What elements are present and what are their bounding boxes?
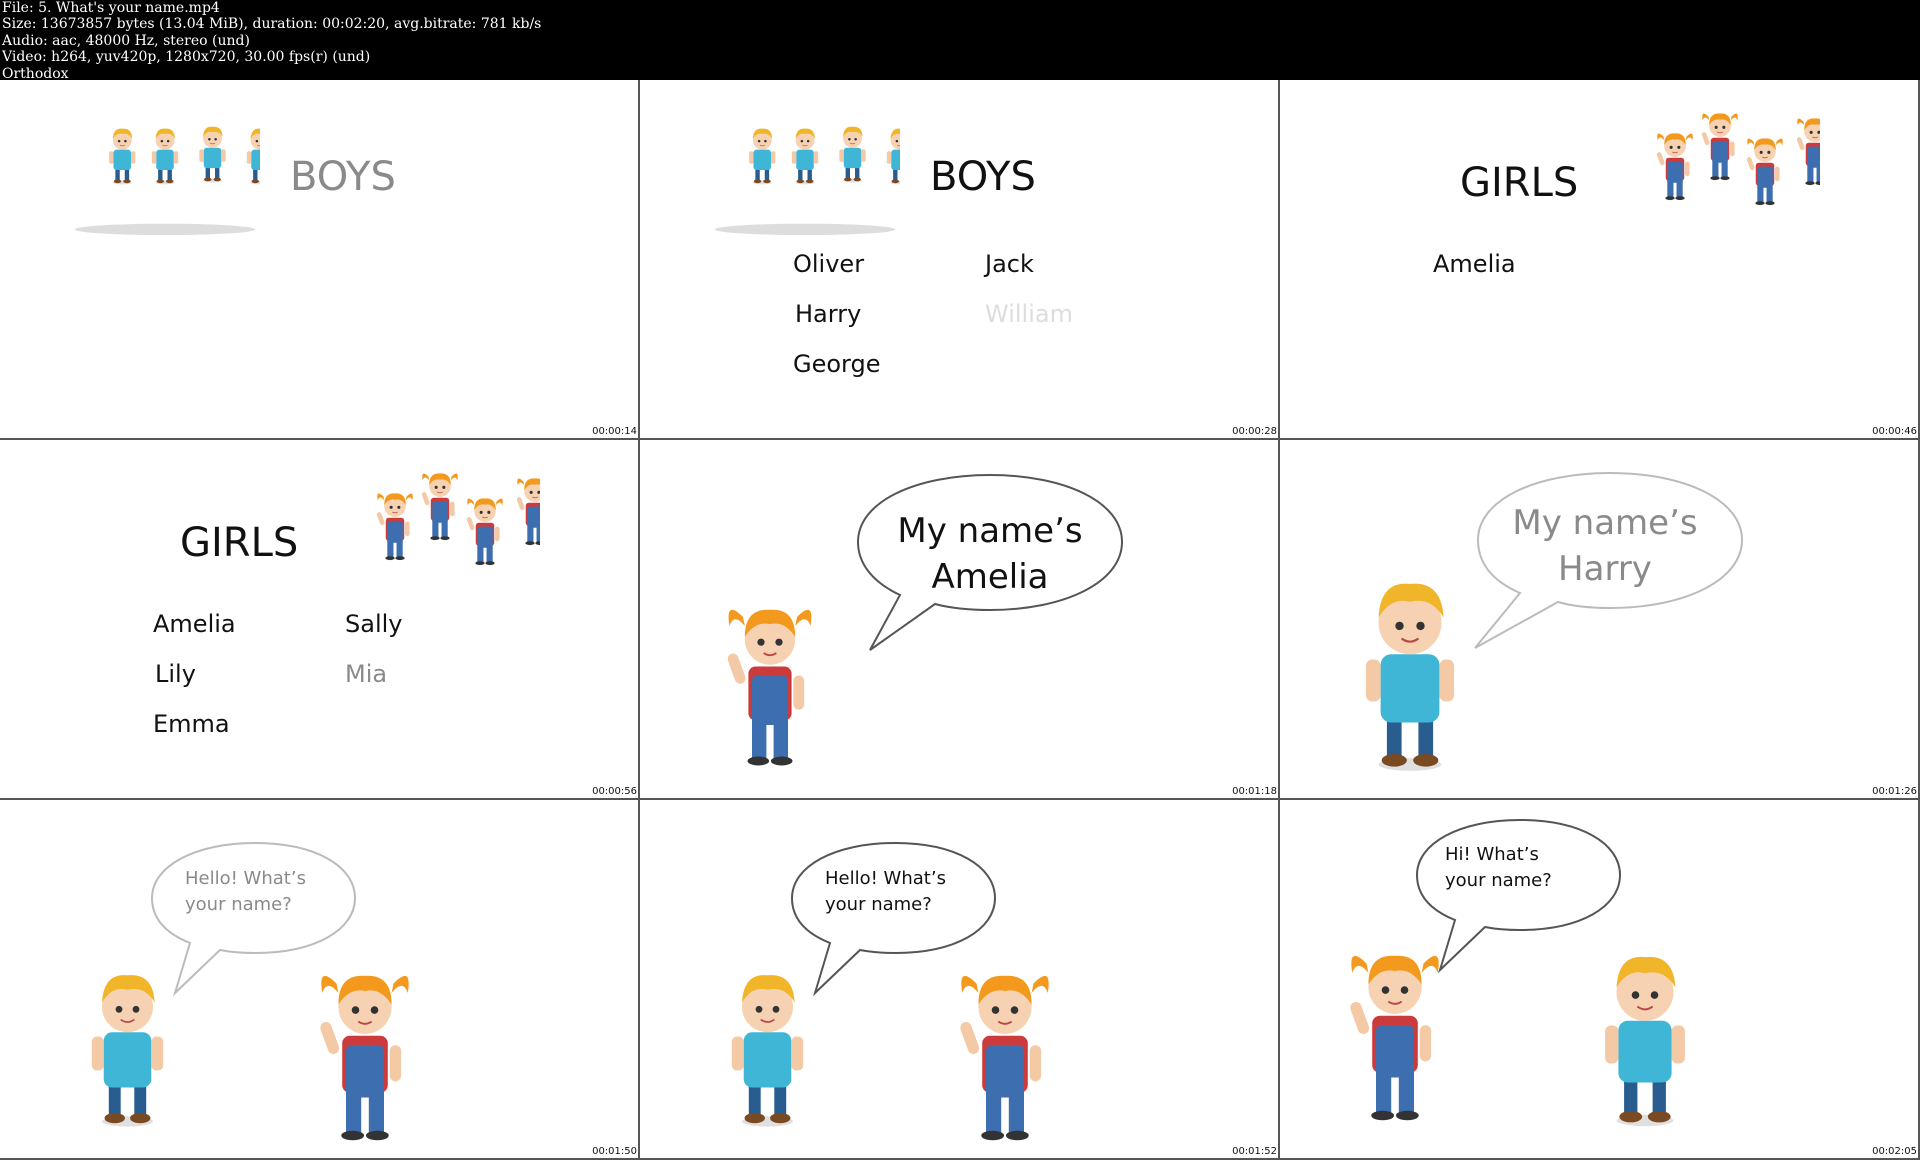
- timestamp: 00:01:26: [1871, 786, 1918, 798]
- timestamp: 00:01:52: [1231, 1146, 1278, 1158]
- name-item: Amelia: [1433, 250, 1516, 278]
- speech-line: My name’s: [897, 511, 1083, 551]
- timestamp: 00:01:18: [1231, 786, 1278, 798]
- speech-line: My name’s: [1512, 503, 1698, 543]
- timestamp: 00:00:28: [1231, 426, 1278, 438]
- speech-line: Hi! What’s: [1445, 844, 1539, 865]
- thumbnail-frame-9[interactable]: Hi! What’s your name? 00:02:05: [1280, 800, 1920, 1160]
- video-info: Video: h264, yuv420p, 1280x720, 30.00 fp…: [2, 49, 371, 66]
- name-item: Emma: [153, 710, 230, 738]
- audio-info: Audio: aac, 48000 Hz, stereo (und): [2, 32, 250, 49]
- name-item: Harry: [795, 300, 862, 328]
- speech-text: My name’s Amelia: [870, 508, 1110, 600]
- thumbnail-frame-6[interactable]: My name’s Harry 00:01:26: [1280, 440, 1920, 800]
- speech-bubble: [1415, 818, 1622, 974]
- name-item: Oliver: [793, 250, 865, 278]
- name-item: Jack: [985, 250, 1034, 278]
- speech-line: your name?: [1445, 870, 1552, 891]
- thumbnail-frame-8[interactable]: Hello! What’s your name? 00:01:52: [640, 800, 1280, 1160]
- thumbnail-frame-1[interactable]: BOYS 00:00:14: [0, 80, 640, 440]
- file-name: File: 5. What's your name.mp4: [2, 0, 220, 16]
- name-item: Sally: [345, 610, 403, 638]
- file-size: Size: 13673857 bytes (13.04 MiB), durati…: [2, 16, 542, 33]
- speech-line: your name?: [825, 894, 932, 915]
- slide-title: BOYS: [930, 154, 1036, 200]
- timestamp: 00:00:56: [591, 786, 638, 798]
- slide-title: BOYS: [290, 154, 396, 200]
- boys-group-illustration: [710, 120, 900, 240]
- speech-text: My name’s Harry: [1480, 500, 1730, 592]
- speech-line: Amelia: [931, 557, 1049, 597]
- boy-illustration: [1350, 565, 1470, 775]
- timestamp: 00:00:14: [591, 426, 638, 438]
- speech-text: Hello! What’s your name?: [825, 866, 946, 918]
- name-item: Mia: [345, 660, 388, 688]
- speech-line: your name?: [185, 894, 292, 915]
- speech-line: Hello! What’s: [825, 868, 946, 889]
- thumbnail-frame-3[interactable]: GIRLS Amelia 00:00:46: [1280, 80, 1920, 440]
- name-item: George: [793, 350, 881, 378]
- timestamp: 00:01:50: [591, 1146, 638, 1158]
- speech-text: Hello! What’s your name?: [185, 866, 306, 918]
- file-info-header: File: 5. What's your name.mp4 Size: 1367…: [0, 0, 1920, 82]
- name-item: William: [985, 300, 1073, 328]
- girls-group-illustration: [340, 465, 540, 605]
- slide-title: GIRLS: [180, 520, 299, 566]
- girl-illustration: [720, 590, 820, 770]
- thumbnail-frame-7[interactable]: Hello! What’s your name? 00:01:50: [0, 800, 640, 1160]
- speech-text: Hi! What’s your name?: [1445, 842, 1552, 894]
- thumbnail-frame-5[interactable]: My name’s Amelia 00:01:18: [640, 440, 1280, 800]
- name-item: Amelia: [153, 610, 236, 638]
- slide-title: GIRLS: [1460, 160, 1579, 206]
- speech-line: Hello! What’s: [185, 868, 306, 889]
- timestamp: 00:02:05: [1871, 1146, 1918, 1158]
- thumbnail-frame-4[interactable]: GIRLS Amelia Sally Lily Mia Emma 00:00:5…: [0, 440, 640, 800]
- thumbnail-frame-2[interactable]: BOYS Oliver Jack Harry William George 00…: [640, 80, 1280, 440]
- boys-group-illustration: [70, 120, 260, 240]
- speech-line: Harry: [1558, 549, 1652, 589]
- name-item: Lily: [155, 660, 196, 688]
- timestamp: 00:00:46: [1871, 426, 1918, 438]
- speech-bubble: [790, 841, 997, 997]
- speech-bubble: [150, 841, 357, 997]
- girls-group-illustration: [1620, 105, 1820, 245]
